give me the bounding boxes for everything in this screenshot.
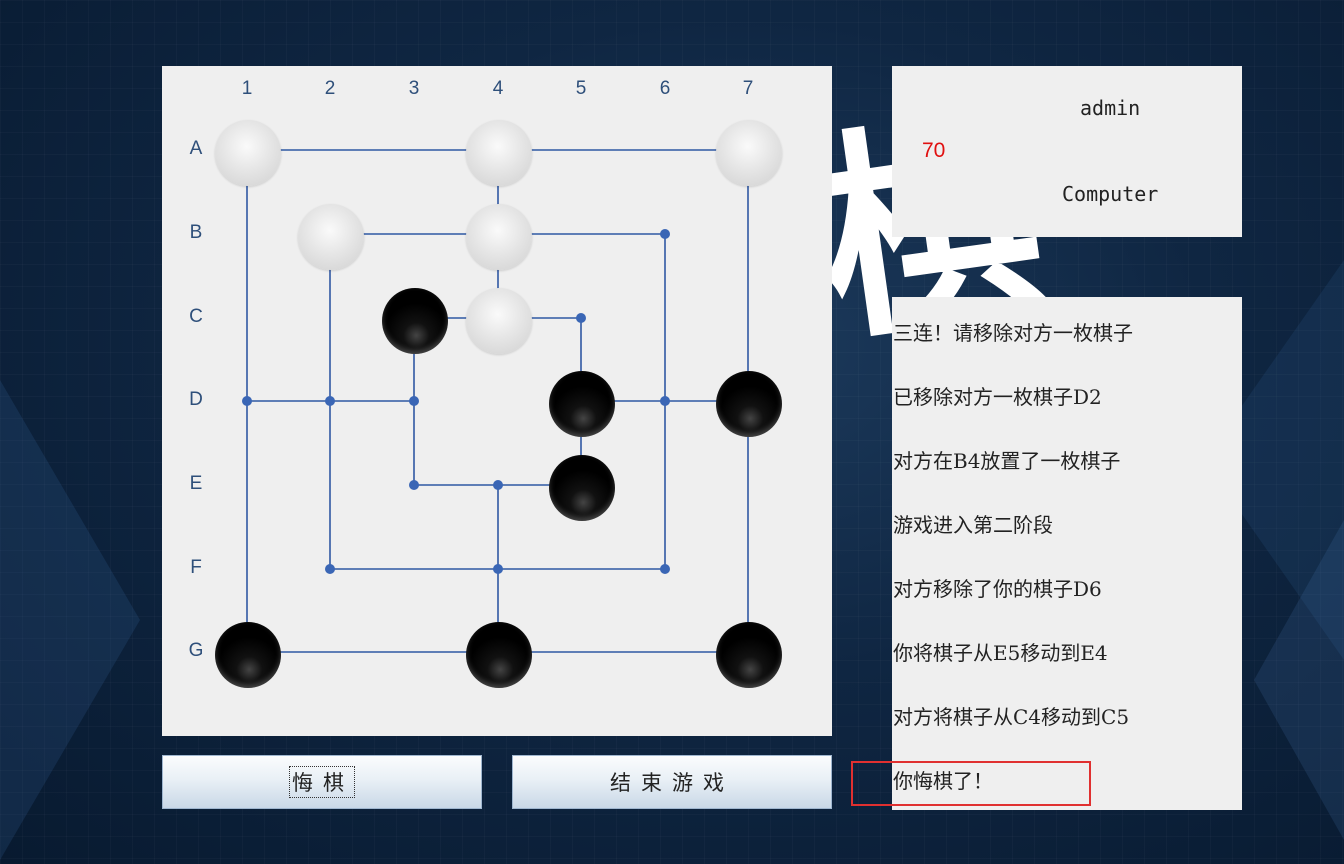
black-piece[interactable]: [215, 622, 281, 688]
black-piece[interactable]: [549, 371, 615, 437]
white-piece[interactable]: [466, 120, 532, 186]
column-label: 5: [575, 78, 587, 99]
board-node[interactable]: [660, 564, 670, 574]
board-node[interactable]: [242, 396, 252, 406]
column-label: 7: [742, 78, 754, 99]
white-piece[interactable]: [215, 120, 281, 186]
board-node[interactable]: [493, 480, 503, 490]
game-board[interactable]: 1 2 3 4 5 6 7 A B C D E F G: [162, 66, 832, 736]
log-line: 对方在B4放置了一枚棋子: [893, 449, 1121, 473]
white-piece[interactable]: [298, 204, 364, 270]
row-label: B: [189, 222, 203, 243]
log-line: 对方将棋子从C4移动到C5: [893, 705, 1130, 729]
board-node[interactable]: [660, 396, 670, 406]
column-label: 1: [241, 78, 253, 99]
black-piece[interactable]: [716, 371, 782, 437]
row-label: D: [189, 389, 203, 410]
board-node[interactable]: [325, 396, 335, 406]
player-panel: admin 70 Computer: [892, 66, 1242, 237]
player2-name: Computer: [1062, 182, 1159, 206]
undo-button-label: 悔棋: [289, 766, 355, 798]
white-piece[interactable]: [466, 288, 532, 354]
row-label: G: [188, 640, 204, 661]
column-label: 2: [324, 78, 336, 99]
background-triangle: [1254, 520, 1344, 840]
background-triangle: [0, 380, 140, 860]
board-node[interactable]: [409, 396, 419, 406]
board-node[interactable]: [325, 564, 335, 574]
row-label: F: [190, 557, 202, 578]
column-label: 3: [408, 78, 420, 99]
board-node[interactable]: [576, 313, 586, 323]
undo-button[interactable]: 悔棋: [162, 755, 482, 809]
highlight-box: [851, 761, 1091, 806]
white-piece[interactable]: [716, 120, 782, 186]
board-node[interactable]: [660, 229, 670, 239]
log-line: 游戏进入第二阶段: [893, 513, 1053, 537]
player-score: 70: [922, 139, 946, 162]
board-node[interactable]: [409, 480, 419, 490]
end-game-button[interactable]: 结束游戏: [512, 755, 832, 809]
log-line: 你将棋子从E5移动到E4: [893, 641, 1108, 665]
black-piece[interactable]: [466, 622, 532, 688]
row-label: A: [189, 138, 203, 159]
log-line: 已移除对方一枚棋子D2: [893, 385, 1102, 409]
end-game-button-label: 结束游戏: [610, 771, 734, 795]
player1-name: admin: [1080, 96, 1141, 120]
board-node[interactable]: [493, 564, 503, 574]
row-label: C: [189, 306, 203, 327]
black-piece[interactable]: [549, 455, 615, 521]
white-piece[interactable]: [466, 204, 532, 270]
black-piece[interactable]: [382, 288, 448, 354]
black-piece[interactable]: [716, 622, 782, 688]
log-line: 对方移除了你的棋子D6: [893, 577, 1102, 601]
column-label: 6: [659, 78, 671, 99]
column-label: 4: [492, 78, 504, 99]
game-log[interactable]: 三连！请移除对方一枚棋子 已移除对方一枚棋子D2 对方在B4放置了一枚棋子 游戏…: [892, 297, 1242, 810]
row-label: E: [189, 473, 203, 494]
log-line: 三连！请移除对方一枚棋子: [893, 321, 1133, 345]
